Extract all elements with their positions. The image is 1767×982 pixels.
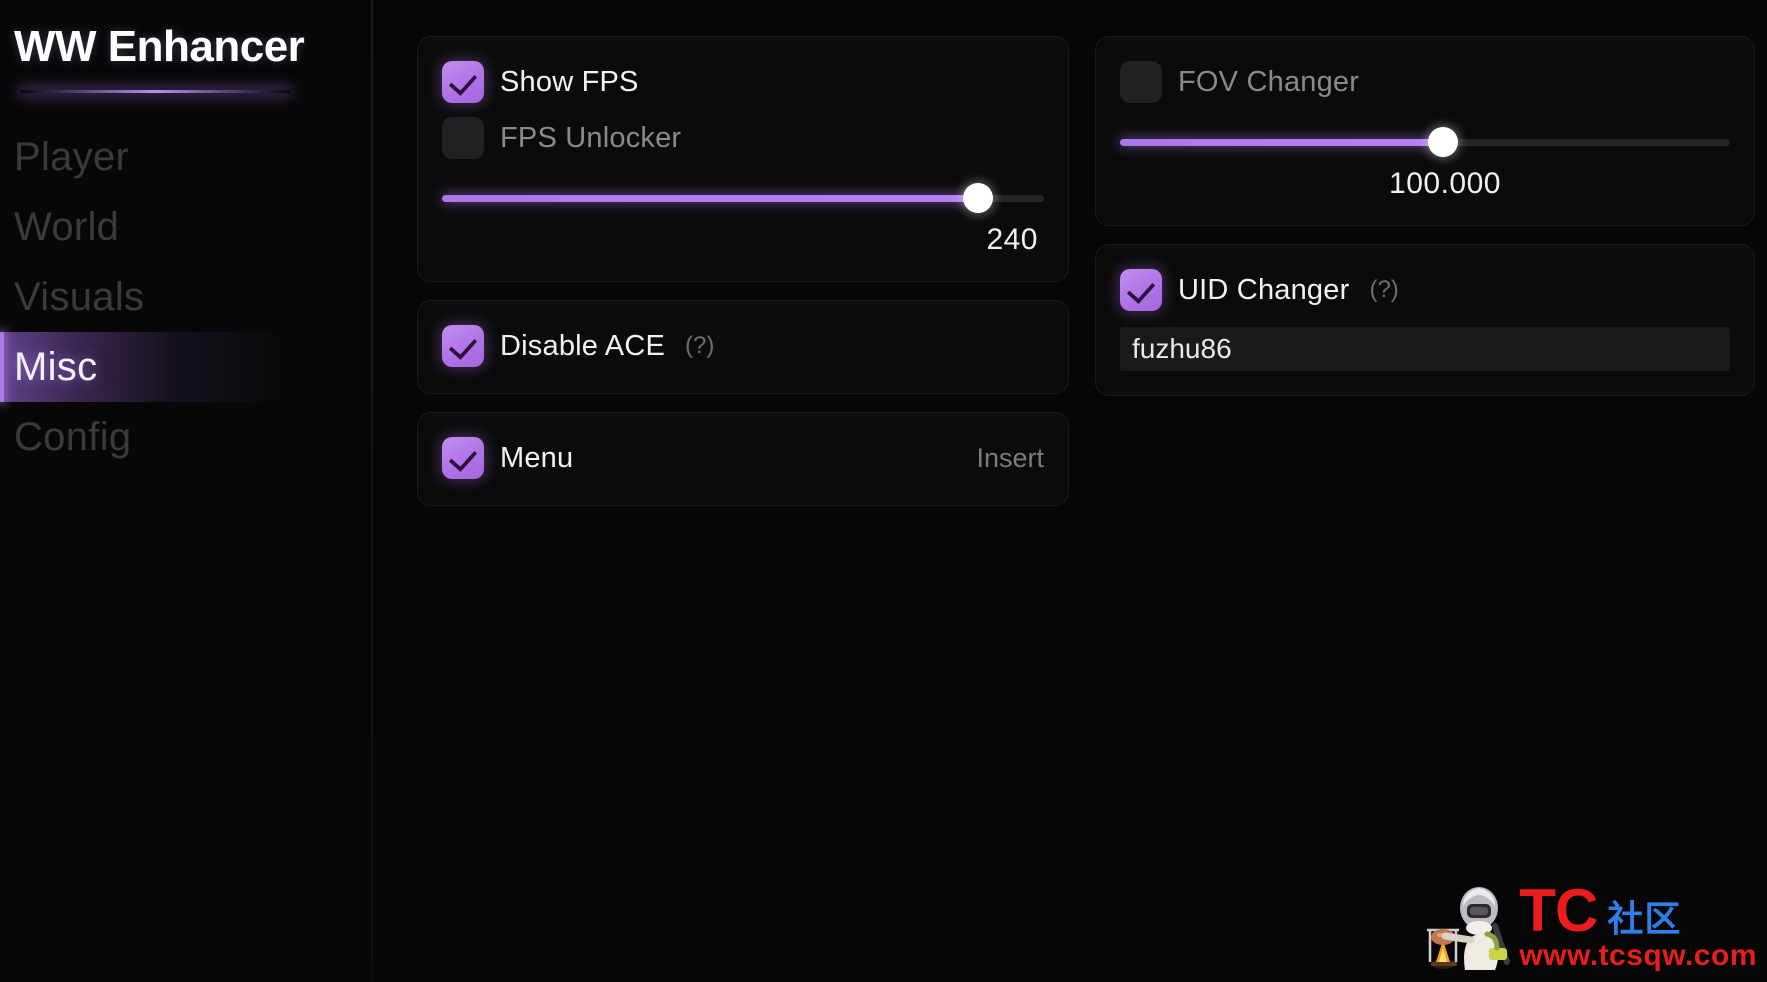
show-fps-label: Show FPS <box>500 65 639 98</box>
fps-slider-fill <box>442 195 978 202</box>
fov-slider-fill <box>1120 139 1444 146</box>
uid-changer-row[interactable]: UID Changer (?) <box>1120 267 1730 313</box>
fov-changer-checkbox[interactable] <box>1120 61 1162 103</box>
fov-changer-row[interactable]: FOV Changer <box>1120 59 1730 105</box>
fps-unlocker-label: FPS Unlocker <box>500 121 682 154</box>
show-fps-row[interactable]: Show FPS <box>442 59 1044 105</box>
main-content: Show FPS FPS Unlocker 240 Disable ACE (?… <box>373 0 1767 982</box>
sidebar-item-visuals[interactable]: Visuals <box>0 262 373 332</box>
mascot-icon <box>1423 878 1511 974</box>
disable-ace-panel: Disable ACE (?) <box>417 300 1069 394</box>
fov-slider[interactable] <box>1120 127 1730 157</box>
fps-slider-value: 240 <box>986 223 1038 256</box>
fps-unlocker-row[interactable]: FPS Unlocker <box>442 115 1044 161</box>
disable-ace-help-icon[interactable]: (?) <box>685 332 714 360</box>
sidebar-item-label: World <box>14 205 120 249</box>
uid-panel: UID Changer (?) fuzhu86 <box>1095 244 1755 396</box>
uid-input[interactable]: fuzhu86 <box>1120 327 1730 371</box>
fps-unlocker-checkbox[interactable] <box>442 117 484 159</box>
menu-row[interactable]: Menu Insert <box>442 435 1044 481</box>
right-column: FOV Changer 100.000 UID Changer (?) fuzh… <box>1095 36 1755 396</box>
title-divider <box>0 86 330 96</box>
menu-label: Menu <box>500 441 574 474</box>
uid-changer-help-icon[interactable]: (?) <box>1369 276 1398 304</box>
fov-slider-value: 100.000 <box>1389 167 1501 200</box>
left-column: Show FPS FPS Unlocker 240 Disable ACE (?… <box>417 36 1069 506</box>
uid-changer-checkbox[interactable] <box>1120 269 1162 311</box>
fps-slider-knob[interactable] <box>962 183 993 213</box>
sidebar-item-label: Config <box>14 415 132 459</box>
sidebar-item-label: Player <box>14 135 130 179</box>
sidebar-item-label: Misc <box>14 345 98 389</box>
watermark-brand-cn: 社区 <box>1607 897 1682 939</box>
sidebar-nav: Player World Visuals Misc Config <box>0 122 373 472</box>
disable-ace-checkbox[interactable] <box>442 325 484 367</box>
watermark-url: www.tcsqw.com <box>1519 938 1757 972</box>
disable-ace-label: Disable ACE <box>500 329 665 362</box>
application-window: WW Enhancer Player World Visuals Misc Co… <box>0 0 1767 982</box>
uid-changer-label: UID Changer <box>1178 273 1350 306</box>
sidebar-item-config[interactable]: Config <box>0 402 373 472</box>
show-fps-checkbox[interactable] <box>442 61 484 103</box>
menu-checkbox[interactable] <box>442 437 484 479</box>
sidebar: WW Enhancer Player World Visuals Misc Co… <box>0 0 373 982</box>
watermark-brand: TC <box>1519 876 1598 944</box>
sidebar-item-world[interactable]: World <box>0 192 373 262</box>
fov-slider-knob[interactable] <box>1428 127 1459 157</box>
fov-changer-label: FOV Changer <box>1178 65 1360 98</box>
sidebar-item-misc[interactable]: Misc <box>0 332 373 402</box>
disable-ace-row[interactable]: Disable ACE (?) <box>442 323 1044 369</box>
watermark-text: TC 社区 www.tcsqw.com <box>1519 876 1757 972</box>
sidebar-item-label: Visuals <box>14 275 145 319</box>
menu-panel: Menu Insert <box>417 412 1069 506</box>
sidebar-item-player[interactable]: Player <box>0 122 373 192</box>
fps-slider[interactable] <box>442 183 1044 213</box>
fov-panel: FOV Changer 100.000 <box>1095 36 1755 226</box>
app-title: WW Enhancer <box>14 22 305 71</box>
fps-panel: Show FPS FPS Unlocker 240 <box>417 36 1069 282</box>
menu-keybind[interactable]: Insert <box>976 443 1044 474</box>
watermark: TC 社区 www.tcsqw.com <box>1423 878 1757 974</box>
